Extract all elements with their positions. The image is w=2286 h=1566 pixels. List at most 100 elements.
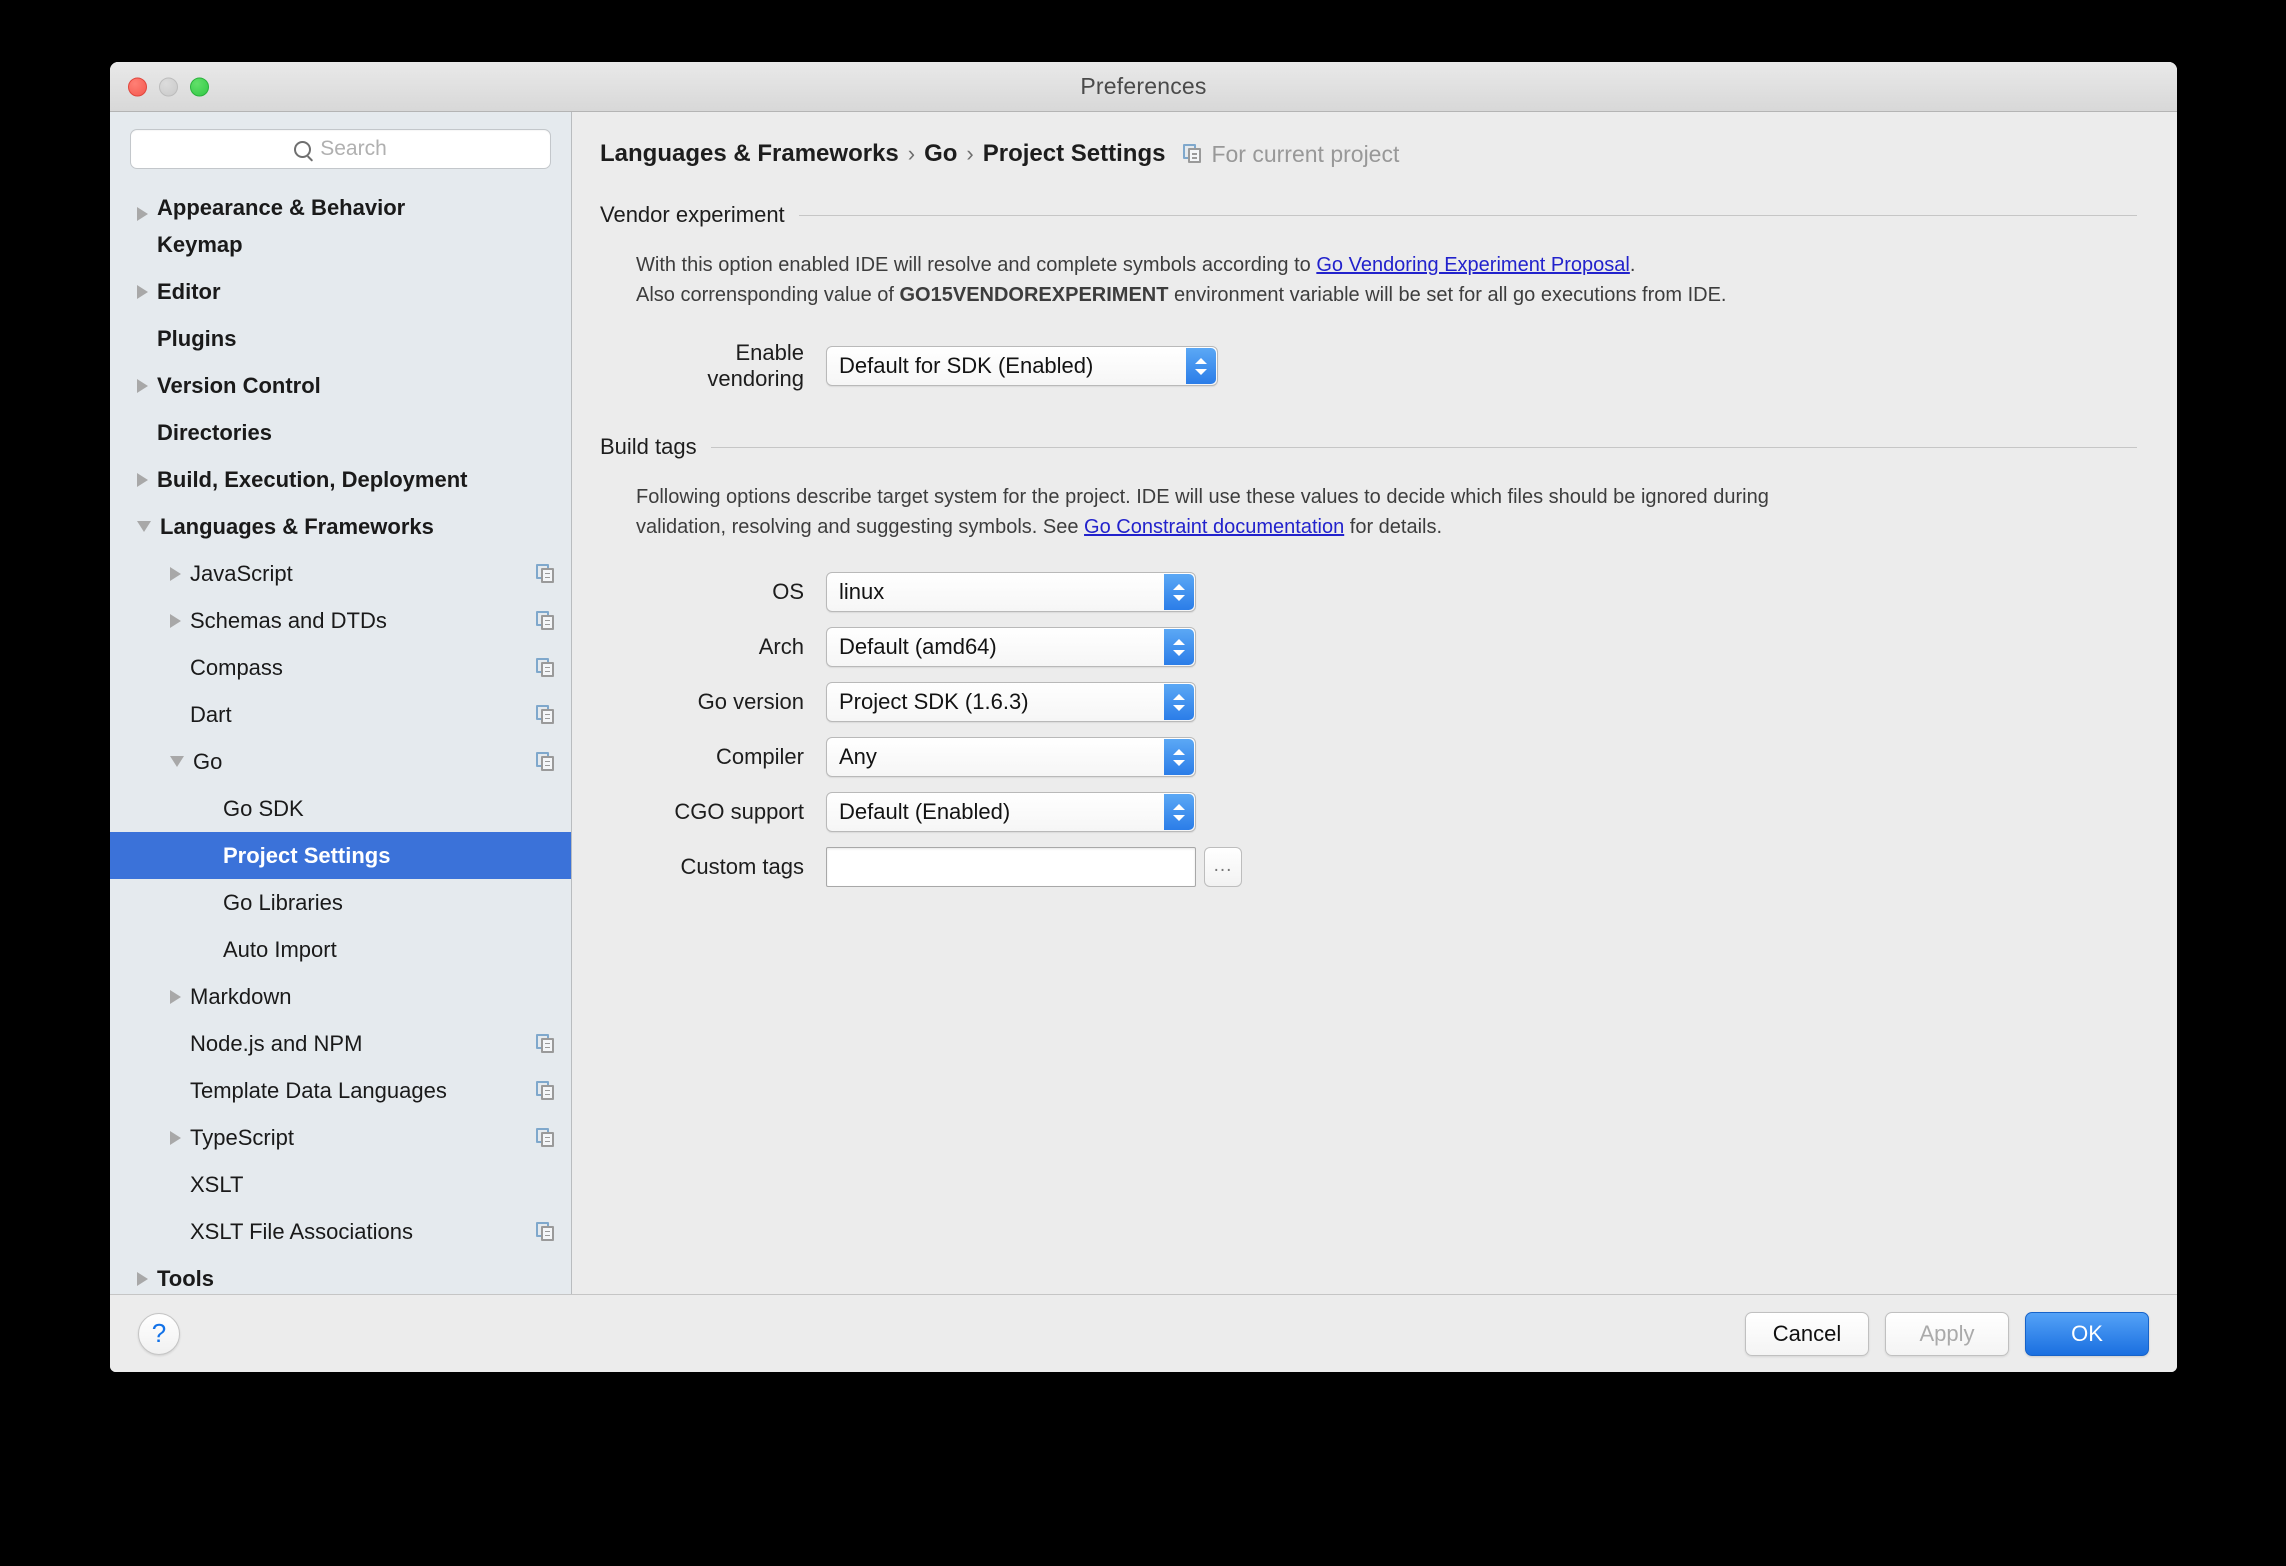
zoom-window-button[interactable] <box>190 77 209 96</box>
apply-button[interactable]: Apply <box>1885 1311 2009 1356</box>
scope-label: For current project <box>1211 140 1400 167</box>
cgo-support-label: CGO support <box>674 799 804 824</box>
go-version-label: Go version <box>697 689 804 714</box>
sidebar-item-xslt-file-associations[interactable]: XSLT File Associations <box>110 1208 571 1255</box>
build-tags-form: OS linux Arch Default (amd64) Go version Proj… <box>636 572 2137 887</box>
sidebar-item-node-js-and-npm[interactable]: Node.js and NPM <box>110 1020 571 1067</box>
go-vendoring-proposal-link[interactable]: Go Vendoring Experiment Proposal <box>1316 254 1630 276</box>
search-input[interactable]: Search <box>130 129 551 169</box>
sidebar-item-go-libraries[interactable]: Go Libraries <box>110 879 571 926</box>
search-area: Search <box>110 112 571 183</box>
chevron-down-icon[interactable] <box>170 756 184 767</box>
chevron-right-icon[interactable] <box>170 1130 181 1145</box>
sidebar-item-template-data-languages[interactable]: Template Data Languages <box>110 1067 571 1114</box>
sidebar-item-label: Keymap <box>157 231 243 257</box>
sidebar-item-build-execution-deployment[interactable]: Build, Execution, Deployment <box>110 456 571 503</box>
chevron-down-icon[interactable] <box>137 521 151 532</box>
sidebar-item-go[interactable]: Go <box>110 738 571 785</box>
sidebar-item-label: Auto Import <box>223 936 337 962</box>
chevron-updown-icon[interactable] <box>1164 739 1194 775</box>
ok-button[interactable]: OK <box>2025 1311 2149 1356</box>
chevron-right-icon[interactable] <box>137 472 148 487</box>
window-titlebar: Preferences <box>110 62 2177 112</box>
sidebar-item-typescript[interactable]: TypeScript <box>110 1114 571 1161</box>
chevron-updown-icon[interactable] <box>1164 684 1194 720</box>
sidebar-item-label: XSLT File Associations <box>190 1218 413 1244</box>
custom-tags-input[interactable] <box>826 847 1196 887</box>
sidebar-item-keymap[interactable]: Keymap <box>110 221 571 268</box>
sidebar-item-plugins[interactable]: Plugins <box>110 315 571 362</box>
sidebar-item-xslt[interactable]: XSLT <box>110 1161 571 1208</box>
section-divider <box>798 214 2137 216</box>
arch-label: Arch <box>758 634 804 659</box>
help-button[interactable]: ? <box>138 1312 180 1355</box>
project-scope-icon <box>536 1127 555 1148</box>
project-scope-icon <box>536 704 555 725</box>
sidebar-item-compass[interactable]: Compass <box>110 644 571 691</box>
sidebar-item-label: Tools <box>157 1265 215 1291</box>
vendor-desc-text-1: With this option enabled IDE will resolv… <box>636 254 1317 276</box>
go-constraint-documentation-link[interactable]: Go Constraint documentation <box>1084 516 1344 538</box>
section-divider <box>710 446 2137 448</box>
minimize-window-button[interactable] <box>159 77 178 96</box>
sidebar-item-editor[interactable]: Editor <box>110 268 571 315</box>
breadcrumb-segment-1[interactable]: Languages & Frameworks <box>600 140 899 168</box>
sidebar-item-appearance-behavior[interactable]: Appearance & Behavior <box>110 183 571 221</box>
os-select[interactable]: linux <box>826 572 1196 612</box>
chevron-right-icon[interactable] <box>170 989 181 1004</box>
custom-tags-label: Custom tags <box>680 854 805 879</box>
project-scope-icon <box>536 657 555 678</box>
chevron-right-icon[interactable] <box>170 566 181 581</box>
dialog-footer: ? Cancel Apply OK <box>110 1294 2177 1372</box>
close-window-button[interactable] <box>128 77 147 96</box>
sidebar-item-auto-import[interactable]: Auto Import <box>110 926 571 973</box>
cgo-support-select[interactable]: Default (Enabled) <box>826 792 1196 832</box>
sidebar-item-label: Version Control <box>157 372 321 398</box>
sidebar-item-javascript[interactable]: JavaScript <box>110 550 571 597</box>
sidebar-item-go-sdk[interactable]: Go SDK <box>110 785 571 832</box>
sidebar-item-version-control[interactable]: Version Control <box>110 362 571 409</box>
os-row: OS linux <box>636 572 2137 612</box>
chevron-updown-icon[interactable] <box>1164 794 1194 830</box>
sidebar-item-label: Markdown <box>190 983 292 1009</box>
cancel-button[interactable]: Cancel <box>1745 1311 1869 1356</box>
build-tags-desc-text-3: for details. <box>1344 516 1443 538</box>
sidebar-item-directories[interactable]: Directories <box>110 409 571 456</box>
breadcrumb-separator-icon: › <box>907 141 916 166</box>
chevron-updown-icon[interactable] <box>1164 629 1194 665</box>
sidebar-item-dart[interactable]: Dart <box>110 691 571 738</box>
build-tags-section-header: Build tags <box>600 434 2137 460</box>
enable-vendoring-select[interactable]: Default for SDK (Enabled) <box>826 346 1218 386</box>
chevron-right-icon[interactable] <box>137 284 148 299</box>
go-version-select[interactable]: Project SDK (1.6.3) <box>826 682 1196 722</box>
project-scope-icon <box>536 1033 555 1054</box>
chevron-right-icon[interactable] <box>137 1271 148 1286</box>
custom-tags-browse-button[interactable]: ... <box>1204 847 1242 887</box>
chevron-right-icon[interactable] <box>137 378 148 393</box>
compiler-select[interactable]: Any <box>826 737 1196 777</box>
sidebar-item-project-settings[interactable]: Project Settings <box>110 832 571 879</box>
chevron-updown-icon[interactable] <box>1186 348 1216 384</box>
chevron-updown-icon[interactable] <box>1164 574 1194 610</box>
vendor-form: Enable vendoring Default for SDK (Enable… <box>636 340 2137 392</box>
vendor-experiment-description: With this option enabled IDE will resolv… <box>636 250 2056 310</box>
sidebar-item-label: Go Libraries <box>223 889 343 915</box>
arch-select[interactable]: Default (amd64) <box>826 627 1196 667</box>
breadcrumb-segment-2[interactable]: Go <box>924 140 957 168</box>
chevron-right-icon[interactable] <box>137 207 148 221</box>
sidebar-item-markdown[interactable]: Markdown <box>110 973 571 1020</box>
sidebar-item-languages-frameworks[interactable]: Languages & Frameworks <box>110 503 571 550</box>
sidebar-item-schemas-and-dtds[interactable]: Schemas and DTDs <box>110 597 571 644</box>
settings-tree[interactable]: Appearance & Behavior Keymap Editor Plugins… <box>110 183 571 1294</box>
project-scope-icon <box>536 751 555 772</box>
project-scope-icon <box>536 610 555 631</box>
chevron-right-icon[interactable] <box>170 613 181 628</box>
sidebar-item-tools[interactable]: Tools <box>110 1255 571 1294</box>
env-var-name: GO15VENDOREXPERIMENT <box>899 284 1169 306</box>
